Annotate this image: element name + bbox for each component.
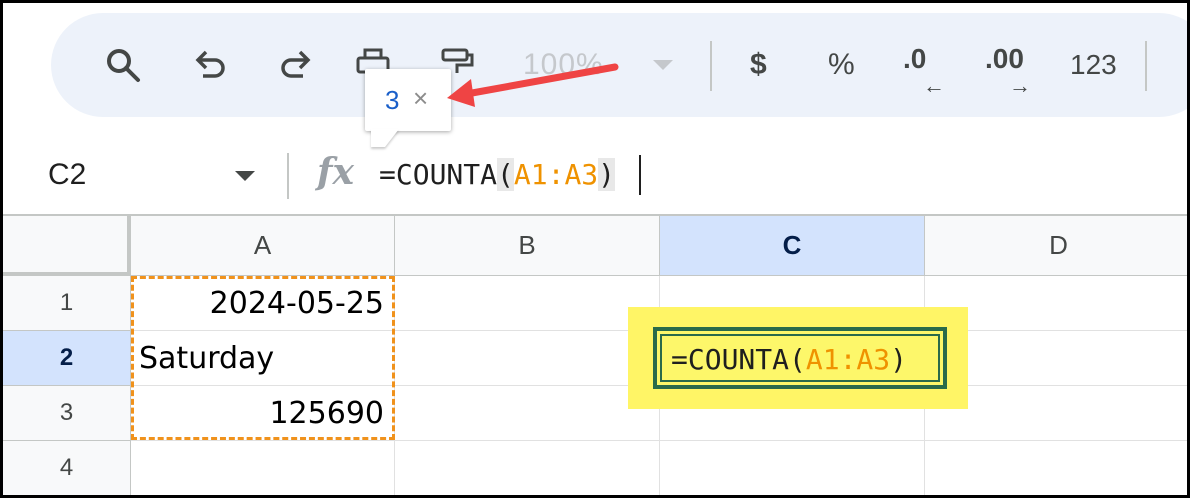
undo-icon[interactable] xyxy=(191,45,231,85)
active-cell-editor[interactable]: =COUNTA(A1:A3) xyxy=(653,327,947,389)
cell-d4[interactable] xyxy=(925,441,1187,495)
right-arrow-icon: → xyxy=(1009,73,1031,98)
row-header-4[interactable]: 4 xyxy=(3,441,131,495)
column-header-c[interactable]: C xyxy=(660,216,925,276)
column-header-d[interactable]: D xyxy=(925,216,1187,276)
zoom-dropdown-icon[interactable] xyxy=(643,45,683,85)
editor-range-ref: A1:A3 xyxy=(805,343,891,376)
column-header-a[interactable]: A xyxy=(131,216,395,276)
cell-a4[interactable] xyxy=(131,441,395,495)
cell-c4[interactable] xyxy=(660,441,925,495)
formula-bar-divider xyxy=(287,153,289,199)
search-icon[interactable] xyxy=(103,45,143,85)
fx-icon: fx xyxy=(317,151,354,193)
row-header-1[interactable]: 1 xyxy=(3,276,131,331)
decrease-decimal-button[interactable]: .0 ← xyxy=(903,43,945,98)
column-header-b[interactable]: B xyxy=(395,216,660,276)
cell-a1[interactable]: 2024-05-25 xyxy=(131,276,395,331)
row-header-3[interactable]: 3 xyxy=(3,386,131,441)
number-format-button[interactable]: 123 xyxy=(1070,47,1117,83)
formula-prefix: =COUNTA xyxy=(379,158,498,191)
cell-b1[interactable] xyxy=(395,276,660,331)
select-all-corner[interactable] xyxy=(3,216,131,276)
text-cursor xyxy=(639,155,641,195)
annotation-arrow-icon xyxy=(447,63,619,107)
spreadsheet-window: 100% $ % .0 ← .00 → 123 3 × C2 fx =COUNT… xyxy=(0,0,1190,498)
currency-format-button[interactable]: $ xyxy=(750,47,767,83)
cell-editor-formula[interactable]: =COUNTA(A1:A3) xyxy=(671,343,907,376)
increase-decimal-button[interactable]: .00 → xyxy=(985,43,1031,98)
cell-b3[interactable] xyxy=(395,386,660,441)
increase-decimal-label: .00 xyxy=(985,43,1024,74)
name-box-dropdown-icon[interactable] xyxy=(235,171,255,181)
cell-b4[interactable] xyxy=(395,441,660,495)
close-icon[interactable]: × xyxy=(413,83,428,114)
decrease-decimal-label: .0 xyxy=(903,43,927,74)
left-arrow-icon: ← xyxy=(923,73,945,98)
cell-a3[interactable]: 125690 xyxy=(131,386,395,441)
row-header-2[interactable]: 2 xyxy=(3,331,131,386)
formula-input[interactable]: =COUNTA(A1:A3) xyxy=(379,158,616,191)
formula-range-ref: A1:A3 xyxy=(513,158,599,191)
toolbar-divider xyxy=(1145,41,1147,91)
toolbar-divider xyxy=(710,41,712,91)
percent-format-button[interactable]: % xyxy=(828,47,855,83)
redo-icon[interactable] xyxy=(275,45,315,85)
editor-suffix: ) xyxy=(890,343,908,376)
formula-close-paren: ) xyxy=(598,158,616,191)
cell-b2[interactable] xyxy=(395,331,660,386)
tooltip-value: 3 xyxy=(385,85,400,115)
formula-open-paren: ( xyxy=(497,158,514,191)
editor-prefix: =COUNTA( xyxy=(671,343,806,376)
cell-a2[interactable]: Saturday xyxy=(131,331,395,386)
name-box[interactable]: C2 xyxy=(48,158,86,192)
